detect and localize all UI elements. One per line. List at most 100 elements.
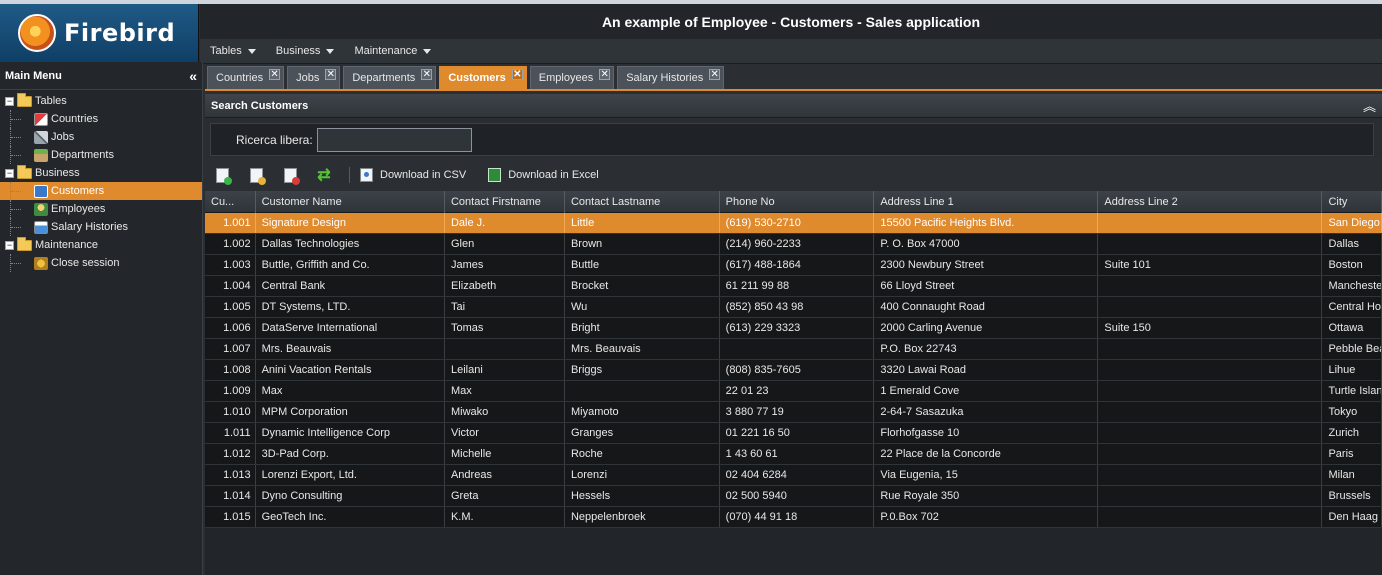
table-cell xyxy=(1098,360,1323,380)
table-row[interactable]: 1.001 Signature Design Dale J. Little (619) … xyxy=(205,213,1382,234)
table-row[interactable]: 1.015 GeoTech Inc. K.M. Neppelenbroek (070) … xyxy=(205,507,1382,528)
table-row[interactable]: 1.013 Lorenzi Export, Ltd. Andreas Lorenzi 0… xyxy=(205,465,1382,486)
column-header[interactable]: Customer Name xyxy=(256,191,445,213)
download-csv-button[interactable]: Download in CSV xyxy=(360,168,466,182)
tab-salary-histories[interactable]: Salary Histories ✕ xyxy=(617,66,725,89)
menu-maintenance[interactable]: Maintenance xyxy=(354,45,432,57)
table-row[interactable]: 1.007 Mrs. Beauvais Mrs. Beauvais P.O. Box … xyxy=(205,339,1382,360)
column-header[interactable]: Cu... xyxy=(205,191,256,213)
menu-business[interactable]: Business xyxy=(276,45,335,57)
table-cell: James xyxy=(445,255,565,275)
tab-countries[interactable]: Countries ✕ xyxy=(207,66,285,89)
collapse-toggle-icon[interactable]: − xyxy=(5,96,14,106)
table-row[interactable]: 1.002 Dallas Technologies Glen Brown (214) 9… xyxy=(205,234,1382,255)
close-icon[interactable]: ✕ xyxy=(269,69,281,80)
close-icon[interactable]: ✕ xyxy=(421,69,433,80)
tab-jobs[interactable]: Jobs ✕ xyxy=(287,66,341,89)
table-row[interactable]: 1.009 Max Max 22 01 23 1 Emerald Cove Turtle … xyxy=(205,381,1382,402)
delete-record-button[interactable] xyxy=(281,166,300,185)
collapse-up-icon[interactable]: ︽ xyxy=(1363,96,1376,115)
table-cell: Den Haag xyxy=(1322,507,1382,527)
sidebar-item-close-session[interactable]: Close session xyxy=(0,254,202,272)
person-icon xyxy=(34,202,48,216)
add-record-button[interactable] xyxy=(213,166,232,185)
table-row[interactable]: 1.011 Dynamic Intelligence Corp Victor Gran… xyxy=(205,423,1382,444)
close-icon[interactable]: ✕ xyxy=(325,69,337,80)
table-cell: Rue Royale 350 xyxy=(874,486,1099,506)
sidebar-item-salary-histories[interactable]: Salary Histories xyxy=(0,218,202,236)
customers-grid: Cu... Customer Name Contact Firstname Conta… xyxy=(205,191,1382,575)
search-form: Ricerca libera: xyxy=(210,123,1374,156)
tree-group-business[interactable]: − Business xyxy=(0,164,202,182)
sidebar-item-departments[interactable]: Departments xyxy=(0,146,202,164)
close-icon[interactable]: ✕ xyxy=(709,69,721,80)
table-cell: 01 221 16 50 xyxy=(720,423,875,443)
table-row[interactable]: 1.012 3D-Pad Corp. Michelle Roche 1 43 60 61… xyxy=(205,444,1382,465)
tree-group-tables[interactable]: − Tables xyxy=(0,92,202,110)
table-row[interactable]: 1.006 DataServe International Tomas Bright(… xyxy=(205,318,1382,339)
table-row[interactable]: 1.003 Buttle, Griffith and Co. James Buttle… xyxy=(205,255,1382,276)
caret-down-icon xyxy=(247,48,256,54)
refresh-button[interactable]: ⇄ xyxy=(315,166,333,184)
column-header[interactable]: Address Line 1 xyxy=(874,191,1099,213)
table-cell: MPM Corporation xyxy=(256,402,445,422)
free-search-input[interactable] xyxy=(316,127,472,152)
caret-down-icon xyxy=(423,48,432,54)
table-row[interactable]: 1.004 Central Bank Elizabeth Brocket 61 211 … xyxy=(205,276,1382,297)
table-cell: Dallas Technologies xyxy=(256,234,445,254)
download-excel-label: Download in Excel xyxy=(508,169,599,181)
tab-departments[interactable]: Departments ✕ xyxy=(343,66,437,89)
menu-tables[interactable]: Tables xyxy=(210,45,256,57)
column-header[interactable]: City xyxy=(1322,191,1382,213)
menu-business-label: Business xyxy=(275,45,321,57)
table-row[interactable]: 1.008 Anini Vacation Rentals Leilani Briggs… xyxy=(205,360,1382,381)
sidebar-item-jobs[interactable]: Jobs xyxy=(0,128,202,146)
table-cell xyxy=(1098,423,1323,443)
table-cell: 1.012 xyxy=(205,444,256,464)
tab-employees[interactable]: Employees ✕ xyxy=(529,66,615,89)
tree-group-maintenance[interactable]: − Maintenance xyxy=(0,236,202,254)
table-cell: Signature Design xyxy=(256,213,445,233)
collapse-toggle-icon[interactable]: − xyxy=(5,168,14,178)
table-cell: Manchester xyxy=(1322,276,1382,296)
edit-record-button[interactable] xyxy=(247,166,266,185)
key-icon xyxy=(34,256,48,270)
sidebar-item-label: Departments xyxy=(51,149,114,161)
table-cell: Lorenzi xyxy=(565,465,720,485)
grid-header: Cu... Customer Name Contact Firstname Conta… xyxy=(205,191,1382,213)
table-cell: Little xyxy=(565,213,720,233)
column-header[interactable]: Contact Lastname xyxy=(565,191,720,213)
table-cell: 1 43 60 61 xyxy=(720,444,875,464)
refresh-icon: ⇄ xyxy=(317,167,331,184)
column-header[interactable]: Contact Firstname xyxy=(445,191,565,213)
table-cell: 2000 Carling Avenue xyxy=(874,318,1099,338)
tab-label: Countries xyxy=(216,72,264,84)
table-cell: Hessels xyxy=(565,486,720,506)
close-icon[interactable]: ✕ xyxy=(599,69,611,80)
sidebar-item-countries[interactable]: Countries xyxy=(0,110,202,128)
table-cell: Elizabeth xyxy=(445,276,565,296)
collapse-left-icon[interactable]: « xyxy=(189,68,197,84)
customers-icon xyxy=(34,184,48,198)
tab-customers[interactable]: Customers ✕ xyxy=(439,66,527,89)
column-header[interactable]: Address Line 2 xyxy=(1098,191,1323,213)
table-cell: (808) 835-7605 xyxy=(720,360,875,380)
table-cell: P.O. Box 22743 xyxy=(874,339,1099,359)
table-cell: 3 880 77 19 xyxy=(720,402,875,422)
collapse-toggle-icon[interactable]: − xyxy=(5,240,14,250)
main-menubar: Tables Business Maintenance xyxy=(200,39,1382,64)
table-cell: Brocket xyxy=(565,276,720,296)
download-excel-button[interactable]: Download in Excel xyxy=(488,168,599,182)
column-header[interactable]: Phone No xyxy=(720,191,875,213)
folder-icon xyxy=(17,236,32,251)
table-cell xyxy=(565,381,720,401)
table-row[interactable]: 1.014 Dyno Consulting Greta Hessels 02 500 5… xyxy=(205,486,1382,507)
sidebar-item-employees[interactable]: Employees xyxy=(0,200,202,218)
table-row[interactable]: 1.005 DT Systems, LTD. Tai Wu (852) 850 43 9… xyxy=(205,297,1382,318)
grid-toolbar: ⇄ Download in CSV Download in Excel xyxy=(205,162,1382,188)
close-icon[interactable]: ✕ xyxy=(511,69,523,80)
sidebar-item-customers[interactable]: Customers xyxy=(0,182,202,200)
table-cell: 1.010 xyxy=(205,402,256,422)
table-row[interactable]: 1.010 MPM Corporation Miwako Miyamoto 3 880 … xyxy=(205,402,1382,423)
table-cell: Anini Vacation Rentals xyxy=(256,360,445,380)
